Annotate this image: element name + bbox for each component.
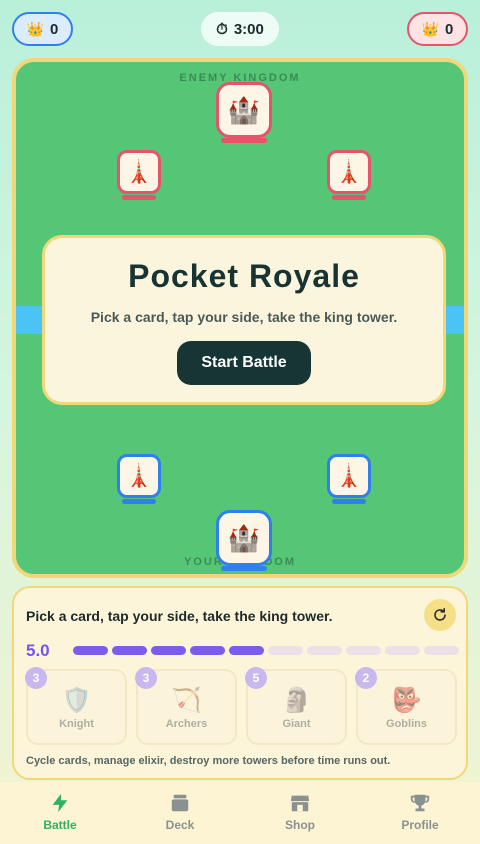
modal-subtitle: Pick a card, tap your side, take the kin… <box>90 309 398 325</box>
elixir-segment <box>229 646 264 655</box>
elixir-segment <box>112 646 147 655</box>
lightning-icon <box>52 793 68 813</box>
tower-icon: 🗼 <box>335 159 363 184</box>
tower-icon: 🗼 <box>125 463 153 488</box>
enemy-king-hp-bar <box>221 138 267 143</box>
elixir-cost-badge: 3 <box>135 667 157 689</box>
panel-message: Pick a card, tap your side, take the kin… <box>26 608 333 624</box>
timer-value: 3:00 <box>233 20 264 38</box>
tower-icon: 🗼 <box>335 463 363 488</box>
crown-icon: 👑 <box>421 20 440 37</box>
elixir-cost-badge: 3 <box>25 667 47 689</box>
enemy-right-princess-tower[interactable]: 🗼 <box>327 150 371 194</box>
elixir-segment <box>424 646 459 655</box>
crown-icon: 👑 <box>26 20 45 37</box>
castle-icon: 🏰 <box>227 94 261 125</box>
player-crown-count: 0 <box>50 20 59 38</box>
nav-deck[interactable]: Deck <box>120 782 240 844</box>
enemy-crown-counter: 👑 0 <box>407 12 468 46</box>
card-name: Goblins <box>386 718 427 730</box>
battle-arena[interactable]: ENEMY KINGDOM 🏰 🗼 🗼 🗼 🗼 YOUR KINGDOM 🏰 P… <box>12 58 468 578</box>
ally-left-princess-tower[interactable]: 🗼 <box>117 454 161 498</box>
shop-icon <box>290 795 310 812</box>
card-name: Archers <box>165 718 208 730</box>
nav-label: Battle <box>43 818 77 832</box>
card-giant[interactable]: 5 🗿 Giant <box>245 667 347 745</box>
enemy-right-hp-bar <box>332 195 366 200</box>
ally-king-hp-bar <box>221 566 267 571</box>
ally-right-hp-bar <box>332 499 366 504</box>
card-knight[interactable]: 3 🛡️ Knight <box>25 667 127 745</box>
cards-icon <box>171 794 189 812</box>
shield-icon: 🛡️ <box>61 687 92 714</box>
refresh-button[interactable] <box>424 599 456 631</box>
castle-icon: 🏰 <box>227 522 261 553</box>
card-archers[interactable]: 3 🏹 Archers <box>135 667 237 745</box>
elixir-cost-badge: 2 <box>355 667 377 689</box>
nav-label: Profile <box>401 818 439 832</box>
trophy-icon <box>410 794 430 812</box>
card-hand: 3 🛡️ Knight 3 🏹 Archers 5 🗿 Giant 2 👺 Go… <box>25 667 457 745</box>
nav-profile[interactable]: Profile <box>360 782 480 844</box>
elixir-segment <box>268 646 303 655</box>
elixir-segment <box>385 646 420 655</box>
elixir-cost-badge: 5 <box>245 667 267 689</box>
nav-label: Deck <box>165 818 195 832</box>
elixir-bar <box>73 646 459 655</box>
stopwatch-icon: ⏱ <box>216 20 228 38</box>
match-timer: ⏱ 3:00 <box>201 12 279 46</box>
card-goblins[interactable]: 2 👺 Goblins <box>355 667 457 745</box>
card-name: Knight <box>59 718 94 730</box>
card-name: Giant <box>282 718 311 730</box>
nav-label: Shop <box>285 818 315 832</box>
card-panel: Pick a card, tap your side, take the kin… <box>12 586 468 780</box>
panel-footer-hint: Cycle cards, manage elixir, destroy more… <box>26 755 391 767</box>
elixir-segment <box>307 646 342 655</box>
elixir-segment <box>73 646 108 655</box>
tower-icon: 🗼 <box>125 159 153 184</box>
elixir-segment <box>190 646 225 655</box>
goblin-icon: 👺 <box>391 687 422 714</box>
start-battle-button[interactable]: Start Battle <box>177 341 311 385</box>
statue-icon: 🗿 <box>281 687 312 714</box>
ally-right-princess-tower[interactable]: 🗼 <box>327 454 371 498</box>
enemy-king-tower[interactable]: 🏰 <box>216 82 272 138</box>
bow-icon: 🏹 <box>171 687 202 714</box>
elixir-value: 5.0 <box>26 641 50 660</box>
nav-battle[interactable]: Battle <box>0 782 120 844</box>
game-title: Pocket Royale <box>128 258 360 294</box>
refresh-icon <box>434 608 446 621</box>
enemy-crown-count: 0 <box>445 20 454 38</box>
enemy-left-hp-bar <box>122 195 156 200</box>
elixir-segment <box>151 646 186 655</box>
bottom-nav: Battle Deck Shop Profile <box>0 782 480 844</box>
start-modal: Pocket Royale Pick a card, tap your side… <box>42 235 446 405</box>
player-crown-counter: 👑 0 <box>12 12 73 46</box>
elixir-segment <box>346 646 381 655</box>
nav-shop[interactable]: Shop <box>240 782 360 844</box>
ally-king-tower[interactable]: 🏰 <box>216 510 272 566</box>
enemy-left-princess-tower[interactable]: 🗼 <box>117 150 161 194</box>
ally-left-hp-bar <box>122 499 156 504</box>
